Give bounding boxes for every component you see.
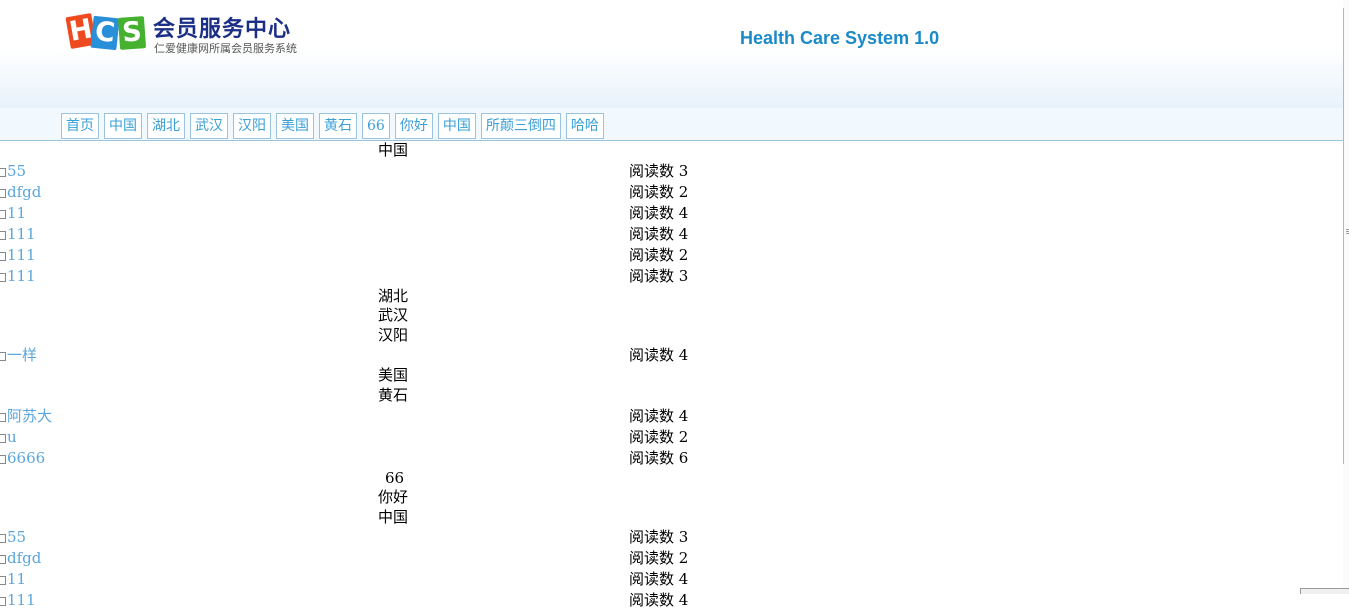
logo-letter-s: S xyxy=(117,16,147,50)
article-row: 11 阅读数 4 xyxy=(0,569,1343,590)
read-count: 阅读数 3 xyxy=(629,528,689,547)
nav-bar: 首页 中国 湖北 武汉 汉阳 美国 黄石 66 你好 中国 所颠三倒四 哈哈 xyxy=(0,108,1343,141)
article-row: dfgd 阅读数 2 xyxy=(0,548,1343,569)
article-checkbox[interactable] xyxy=(0,412,6,422)
article-checkbox[interactable] xyxy=(0,230,6,240)
article-link[interactable]: 一样 xyxy=(7,345,37,366)
article-link[interactable]: 11 xyxy=(7,203,26,224)
category-heading: 湖北 xyxy=(378,286,409,305)
read-count: 阅读数 2 xyxy=(629,427,689,446)
article-row: 55 阅读数 3 xyxy=(0,161,1343,182)
article-link[interactable]: 6666 xyxy=(7,448,45,469)
read-count: 阅读数 6 xyxy=(629,448,689,467)
article-link[interactable]: 111 xyxy=(7,245,36,266)
nav-item[interactable]: 所颠三倒四 xyxy=(480,113,561,139)
article-link[interactable]: dfgd xyxy=(7,548,41,569)
nav-item[interactable]: 湖北 xyxy=(147,113,185,139)
category-heading: 中国 xyxy=(378,507,409,526)
article-checkbox[interactable] xyxy=(0,272,6,282)
category-heading: 66 xyxy=(385,468,405,487)
article-checkbox[interactable] xyxy=(0,167,6,177)
nav-item[interactable]: 美国 xyxy=(276,113,314,139)
category-heading: 中国 xyxy=(378,141,409,159)
nav-list: 首页 中国 湖北 武汉 汉阳 美国 黄石 66 你好 中国 所颠三倒四 哈哈 xyxy=(61,113,609,139)
read-count: 阅读数 4 xyxy=(629,203,689,222)
category-heading: 汉阳 xyxy=(378,325,409,344)
nav-item[interactable]: 你好 xyxy=(394,113,433,139)
logo-subtitle: 仁爱健康网所属会员服务系统 xyxy=(154,42,297,55)
read-count: 阅读数 4 xyxy=(629,224,689,243)
article-link[interactable]: u xyxy=(7,427,17,448)
window-corner xyxy=(1300,588,1349,594)
category-heading: 美国 xyxy=(378,366,409,385)
read-count: 阅读数 4 xyxy=(629,570,689,589)
read-count: 阅读数 3 xyxy=(629,161,689,180)
article-row: 111 阅读数 3 xyxy=(0,266,1343,287)
logo-letter-c: C xyxy=(90,15,120,51)
article-checkbox[interactable] xyxy=(0,352,6,362)
article-link[interactable]: 111 xyxy=(7,224,36,245)
category-heading: 你好 xyxy=(378,488,409,507)
article-checkbox[interactable] xyxy=(0,433,6,443)
page-header: H C S 会员服务中心 仁爱健康网所属会员服务系统 Health Care S… xyxy=(0,0,1343,108)
logo-title: 会员服务中心 xyxy=(153,17,292,42)
article-link[interactable]: dfgd xyxy=(7,182,41,203)
article-link[interactable]: 111 xyxy=(7,266,36,287)
category-heading: 黄石 xyxy=(378,385,409,404)
read-count: 阅读数 3 xyxy=(629,266,689,285)
nav-item[interactable]: 中国 xyxy=(437,113,476,139)
nav-item[interactable]: 黄石 xyxy=(319,113,357,139)
scrollbar-thumb-edge[interactable] xyxy=(1343,8,1344,464)
read-count: 阅读数 4 xyxy=(629,591,689,610)
resize-grip-icon[interactable]: ≡ xyxy=(1345,226,1349,237)
read-count: 阅读数 4 xyxy=(629,406,689,425)
article-row: 6666 阅读数 6 xyxy=(0,448,1343,469)
nav-item[interactable]: 哈哈 xyxy=(565,113,604,139)
read-count: 阅读数 2 xyxy=(629,182,689,201)
article-checkbox[interactable] xyxy=(0,576,6,586)
read-count: 阅读数 4 xyxy=(629,346,689,365)
category-heading: 武汉 xyxy=(378,306,409,325)
article-checkbox[interactable] xyxy=(0,209,6,219)
article-row: 11 阅读数 4 xyxy=(0,203,1343,224)
nav-item[interactable]: 首页 xyxy=(61,113,99,139)
nav-item[interactable]: 汉阳 xyxy=(233,113,271,139)
nav-item[interactable]: 中国 xyxy=(104,113,142,139)
article-checkbox[interactable] xyxy=(0,597,6,607)
read-count: 阅读数 2 xyxy=(629,245,689,264)
article-checkbox[interactable] xyxy=(0,251,6,261)
article-row: 55 阅读数 3 xyxy=(0,527,1343,548)
article-row: 111 阅读数 2 xyxy=(0,245,1343,266)
article-link[interactable]: 111 xyxy=(7,590,36,611)
article-row: 阿苏大 阅读数 4 xyxy=(0,406,1343,427)
article-checkbox[interactable] xyxy=(0,188,6,198)
article-link[interactable]: 11 xyxy=(7,569,26,590)
article-listing: 中国 55 阅读数 3 dfgd 阅读数 2 11 阅读数 4 111 阅读数 4 111 阅读数 … xyxy=(0,141,1343,611)
article-row: 111 阅读数 4 xyxy=(0,224,1343,245)
article-row: u 阅读数 2 xyxy=(0,427,1343,448)
article-checkbox[interactable] xyxy=(0,555,6,565)
read-count: 阅读数 2 xyxy=(629,549,689,568)
system-title: Health Care System 1.0 xyxy=(740,28,940,48)
nav-item[interactable]: 武汉 xyxy=(190,113,228,139)
article-checkbox[interactable] xyxy=(0,454,6,464)
article-row: 一样 阅读数 4 xyxy=(0,345,1343,366)
article-link[interactable]: 55 xyxy=(7,527,26,548)
article-row: dfgd 阅读数 2 xyxy=(0,182,1343,203)
nav-item[interactable]: 66 xyxy=(362,113,390,139)
article-checkbox[interactable] xyxy=(0,534,6,544)
article-link[interactable]: 55 xyxy=(7,161,26,182)
article-row: 111 阅读数 4 xyxy=(0,590,1343,611)
article-link[interactable]: 阿苏大 xyxy=(7,406,52,427)
